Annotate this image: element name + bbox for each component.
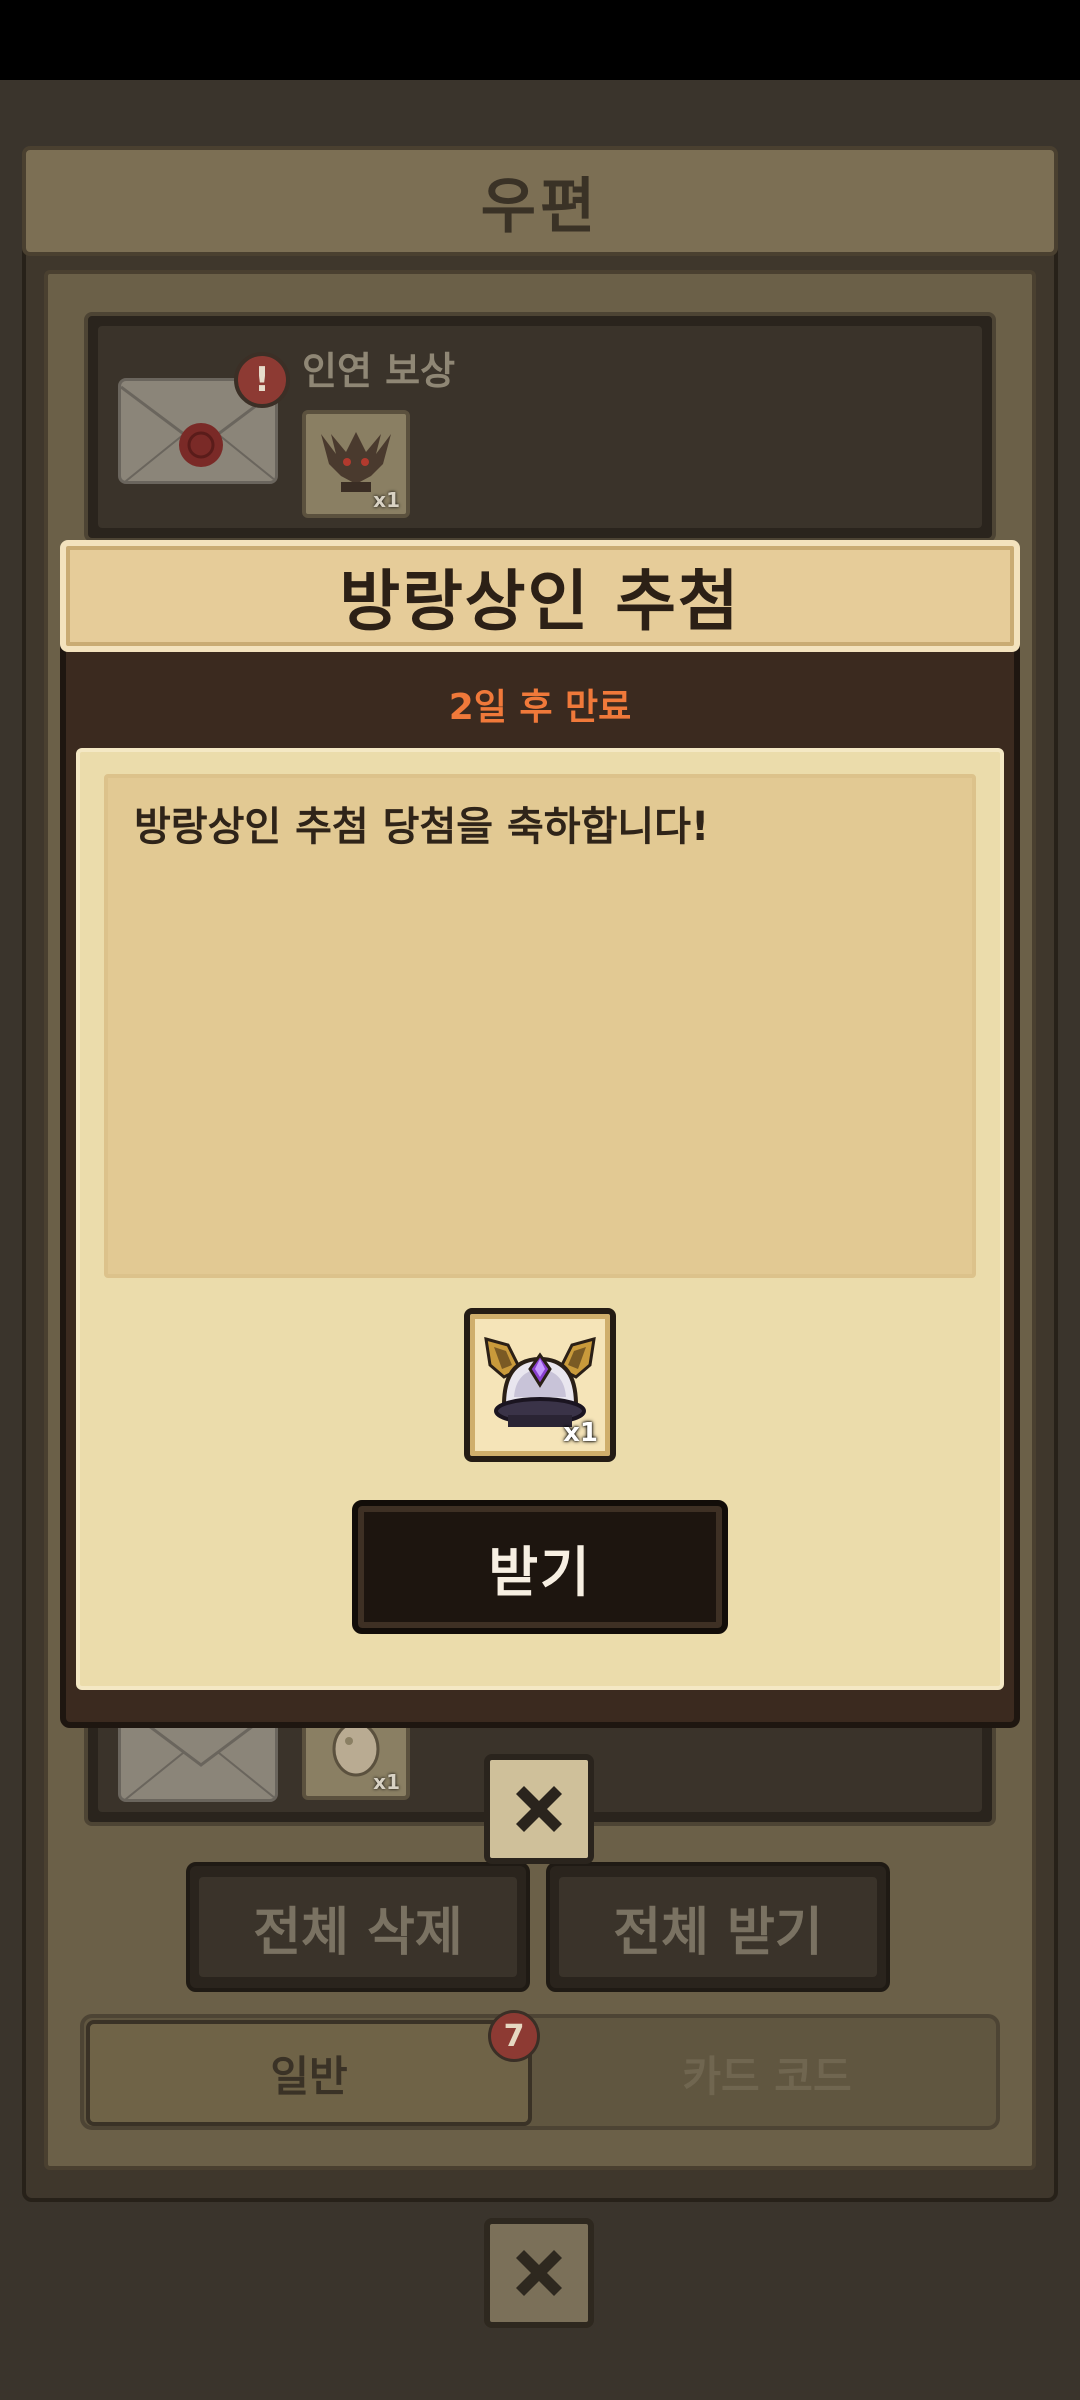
modal-title-bar: 방랑상인 추첨 (60, 540, 1020, 652)
modal-title: 방랑상인 추첨 (339, 563, 741, 640)
reward-count: x1 (563, 1418, 598, 1448)
alert-badge: ! (234, 352, 290, 408)
expiry-text: 2일 후 만료 (448, 687, 632, 728)
modal-close-button[interactable] (484, 1754, 594, 1864)
tab-general[interactable]: 일반 (86, 2020, 532, 2126)
claim-button[interactable]: 받기 (352, 1500, 728, 1634)
mail-item[interactable]: ! 인연 보상 x1 (84, 312, 996, 542)
item-count: x1 (373, 1770, 400, 1794)
mailbox-header: 우편 (22, 146, 1058, 256)
reward-item-slot[interactable]: x1 (464, 1308, 616, 1462)
item-count: x1 (373, 488, 400, 512)
tab-card-code[interactable]: 카드 코드 (540, 2020, 994, 2126)
delete-all-button[interactable]: 전체 삭제 (186, 1862, 530, 1992)
close-icon (516, 1786, 562, 1832)
mailbox-close-button[interactable] (484, 2218, 594, 2328)
delete-all-label: 전체 삭제 (199, 1877, 517, 1977)
close-icon (516, 2250, 562, 2296)
status-bar (0, 0, 1080, 80)
dragon-item-icon: x1 (302, 410, 410, 518)
unread-count-badge: 7 (488, 2010, 540, 2062)
claim-all-label: 전체 받기 (559, 1877, 877, 1977)
mail-item-title: 인연 보상 (302, 349, 456, 393)
message-text: 방랑상인 추첨 당첨을 축하합니다! (134, 804, 710, 850)
claim-all-button[interactable]: 전체 받기 (546, 1862, 890, 1992)
mailbox-title: 우편 (480, 171, 600, 242)
claim-button-label: 받기 (488, 1540, 592, 1604)
